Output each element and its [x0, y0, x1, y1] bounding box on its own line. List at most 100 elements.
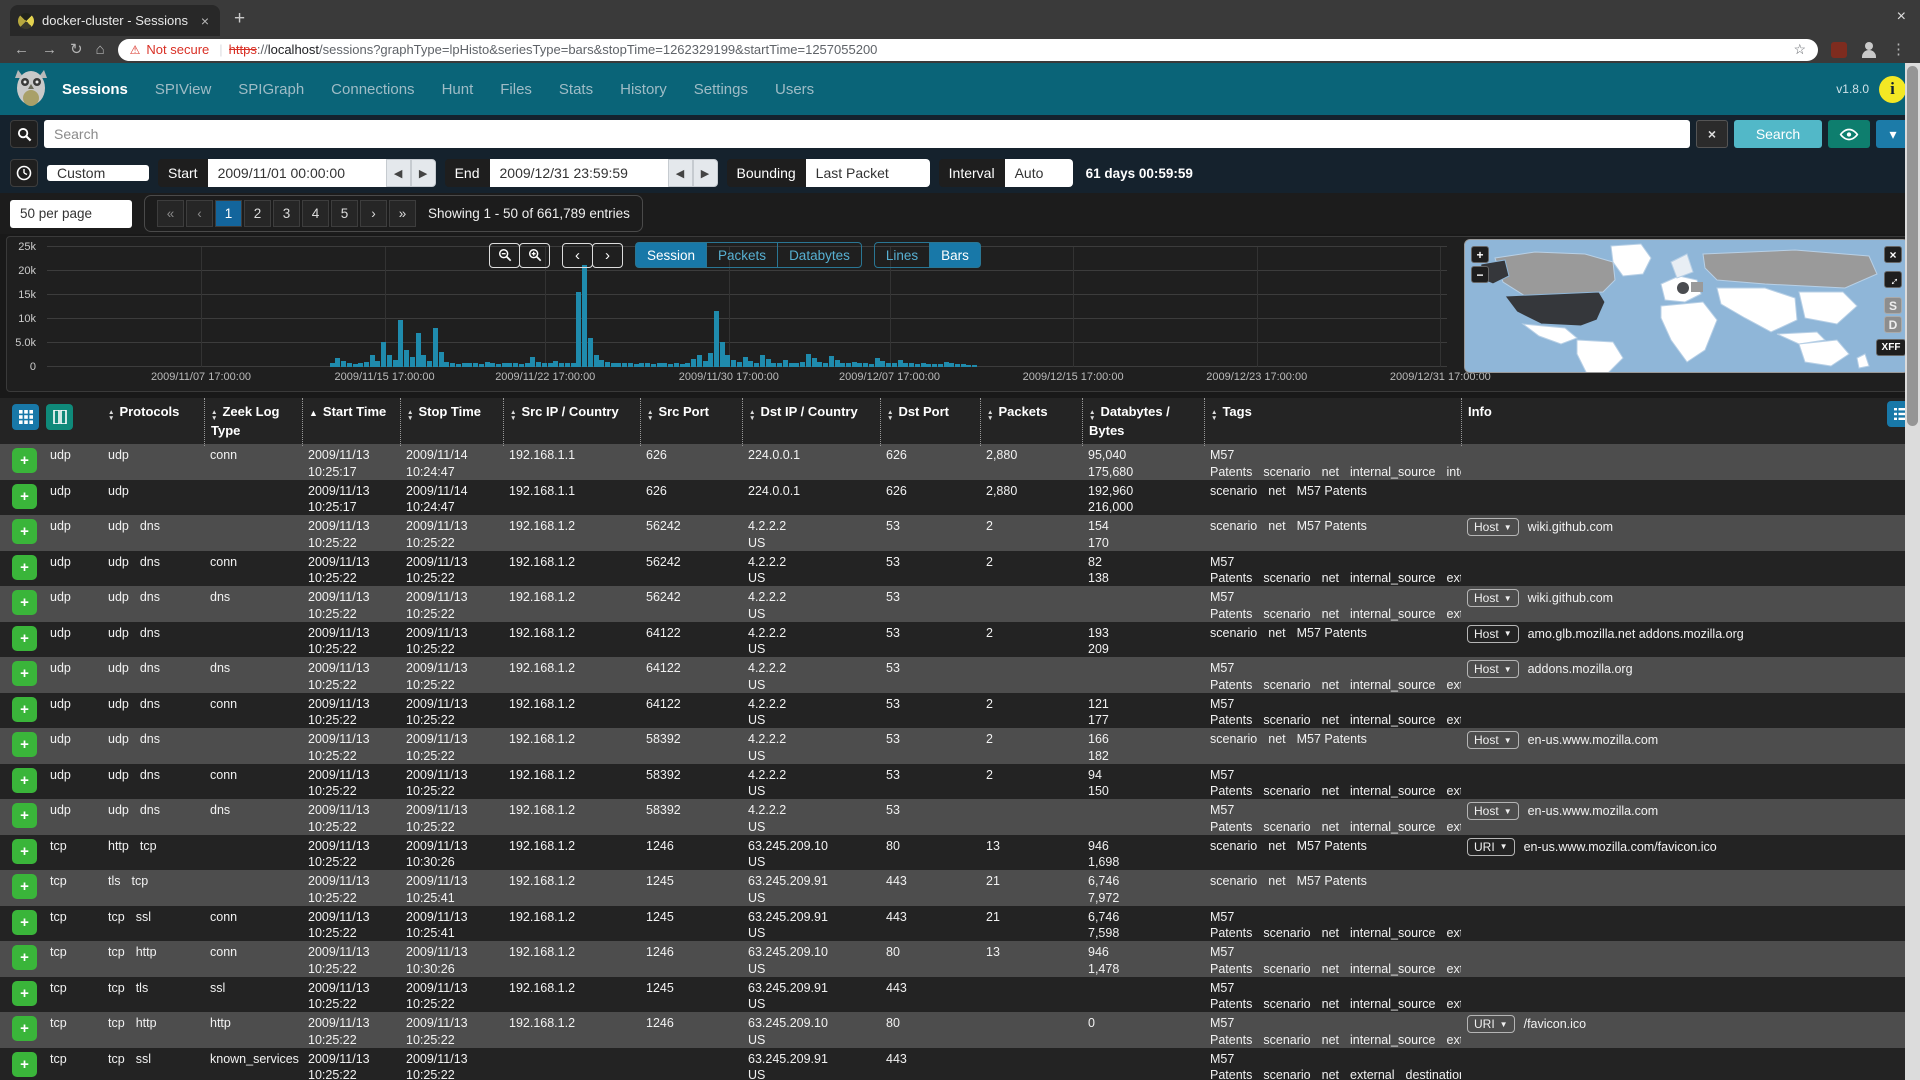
- graph-option-databytes[interactable]: Databytes: [777, 242, 862, 268]
- map-dst-button[interactable]: D: [1884, 316, 1902, 333]
- nav-item-spigraph[interactable]: SPIGraph: [238, 81, 304, 98]
- scrollbar-thumb[interactable]: [1907, 66, 1918, 426]
- column-header-packets[interactable]: ▲▼Packets: [980, 398, 1082, 446]
- bookmark-star-icon[interactable]: ☆: [1793, 41, 1806, 58]
- graph-pan-left-button[interactable]: ‹: [562, 243, 593, 268]
- graph-pan-right-button[interactable]: ›: [592, 243, 623, 268]
- expand-session-button[interactable]: +: [12, 732, 37, 757]
- map-zoom-in-button[interactable]: +: [1471, 246, 1489, 263]
- info-host-dropdown[interactable]: Host▼: [1467, 625, 1519, 643]
- info-icon[interactable]: i: [1879, 76, 1906, 103]
- extension-icon[interactable]: [1831, 42, 1847, 58]
- column-header-src-port[interactable]: ▲▼Src Port: [640, 398, 742, 446]
- expand-session-button[interactable]: +: [12, 768, 37, 793]
- per-page-select[interactable]: 50 per page: [10, 200, 132, 228]
- expand-session-button[interactable]: +: [12, 484, 37, 509]
- expand-session-button[interactable]: +: [12, 661, 37, 686]
- reload-icon[interactable]: ↻: [70, 42, 83, 57]
- column-header-start-time[interactable]: ▲Start Time: [302, 398, 400, 446]
- expand-session-button[interactable]: +: [12, 555, 37, 580]
- nav-item-spiview[interactable]: SPIView: [155, 81, 211, 98]
- info-host-dropdown[interactable]: Host▼: [1467, 802, 1519, 820]
- clear-search-button[interactable]: ×: [1696, 120, 1728, 148]
- graph-option-session[interactable]: Session: [635, 242, 707, 268]
- map-src-button[interactable]: S: [1884, 297, 1902, 314]
- expand-session-button[interactable]: +: [12, 910, 37, 935]
- info-host-dropdown[interactable]: Host▼: [1467, 731, 1519, 749]
- info-uri-dropdown[interactable]: URI▼: [1467, 1015, 1515, 1033]
- back-icon[interactable]: ←: [14, 42, 29, 57]
- eye-view-button[interactable]: [1828, 120, 1870, 148]
- expand-session-button[interactable]: +: [12, 1016, 37, 1041]
- page-button-«[interactable]: «: [157, 200, 184, 227]
- expand-session-button[interactable]: +: [12, 1052, 37, 1077]
- map-zoom-out-button[interactable]: −: [1471, 266, 1489, 283]
- bounding-select[interactable]: Last Packet: [806, 159, 930, 187]
- home-icon[interactable]: ⌂: [96, 42, 105, 57]
- nav-item-settings[interactable]: Settings: [694, 81, 748, 98]
- expand-session-button[interactable]: +: [12, 981, 37, 1006]
- page-button-2[interactable]: 2: [244, 200, 271, 227]
- column-header-stop-time[interactable]: ▲▼Stop Time: [400, 398, 503, 446]
- graph-option-lines[interactable]: Lines: [874, 242, 930, 268]
- page-button-‹[interactable]: ‹: [186, 200, 213, 227]
- nav-item-hunt[interactable]: Hunt: [442, 81, 474, 98]
- forward-icon[interactable]: →: [42, 42, 57, 57]
- expand-session-button[interactable]: +: [12, 839, 37, 864]
- browser-tab[interactable]: docker-cluster - Sessions ×: [10, 5, 220, 36]
- column-header-protocols[interactable]: ▲▼Protocols: [102, 398, 204, 446]
- column-header-src-ip-country[interactable]: ▲▼Src IP / Country: [503, 398, 640, 446]
- time-range-select[interactable]: Custom: [47, 165, 149, 181]
- nav-item-connections[interactable]: Connections: [331, 81, 414, 98]
- world-map[interactable]: + − × ↔ S D XFF: [1464, 239, 1909, 373]
- column-header-dst-port[interactable]: ▲▼Dst Port: [880, 398, 980, 446]
- graph-zoom-out-button[interactable]: [489, 243, 520, 268]
- expand-session-button[interactable]: +: [12, 519, 37, 544]
- map-expand-button[interactable]: ↔: [1884, 271, 1902, 288]
- page-button-»[interactable]: »: [389, 200, 416, 227]
- expand-session-button[interactable]: +: [12, 874, 37, 899]
- info-host-dropdown[interactable]: Host▼: [1467, 518, 1519, 536]
- nav-item-history[interactable]: History: [620, 81, 667, 98]
- end-step-forward-button[interactable]: ▶: [693, 159, 718, 187]
- profile-icon[interactable]: [1860, 41, 1878, 59]
- info-uri-dropdown[interactable]: URI▼: [1467, 838, 1515, 856]
- page-button-5[interactable]: 5: [331, 200, 358, 227]
- column-header-dst-ip-country[interactable]: ▲▼Dst IP / Country: [742, 398, 880, 446]
- nav-item-users[interactable]: Users: [775, 81, 814, 98]
- expand-session-button[interactable]: +: [12, 945, 37, 970]
- new-tab-button[interactable]: +: [234, 8, 245, 30]
- expand-session-button[interactable]: +: [12, 697, 37, 722]
- expand-session-button[interactable]: +: [12, 626, 37, 651]
- page-scrollbar[interactable]: [1905, 63, 1920, 1080]
- window-close-icon[interactable]: ×: [1897, 8, 1906, 26]
- info-host-dropdown[interactable]: Host▼: [1467, 660, 1519, 678]
- toggle-columns-button[interactable]: [46, 404, 73, 430]
- end-time-input[interactable]: [490, 159, 668, 187]
- page-button-4[interactable]: 4: [302, 200, 329, 227]
- end-step-back-button[interactable]: ◀: [668, 159, 693, 187]
- start-step-forward-button[interactable]: ▶: [411, 159, 436, 187]
- column-header-databytes-bytes[interactable]: ▲▼Databytes / Bytes: [1082, 398, 1204, 446]
- nav-item-sessions[interactable]: Sessions: [62, 81, 128, 98]
- start-time-input[interactable]: [208, 159, 386, 187]
- graph-zoom-in-button[interactable]: [519, 243, 550, 268]
- page-button-3[interactable]: 3: [273, 200, 300, 227]
- nav-item-files[interactable]: Files: [500, 81, 532, 98]
- expand-session-button[interactable]: +: [12, 803, 37, 828]
- expand-session-button[interactable]: +: [12, 590, 37, 615]
- graph-option-bars[interactable]: Bars: [929, 242, 981, 268]
- start-step-back-button[interactable]: ◀: [386, 159, 411, 187]
- page-button-1[interactable]: 1: [215, 200, 242, 227]
- expand-session-button[interactable]: +: [12, 448, 37, 473]
- map-xff-button[interactable]: XFF: [1876, 339, 1906, 356]
- graph-option-packets[interactable]: Packets: [706, 242, 778, 268]
- tab-close-icon[interactable]: ×: [198, 13, 212, 29]
- nav-item-stats[interactable]: Stats: [559, 81, 593, 98]
- interval-select[interactable]: Auto: [1005, 159, 1073, 187]
- search-button[interactable]: Search: [1734, 120, 1822, 148]
- search-input[interactable]: [44, 120, 1690, 148]
- column-header-zeek-log-type[interactable]: ▲▼Zeek Log Type: [204, 398, 302, 446]
- toggle-view-grid-button[interactable]: [12, 404, 39, 430]
- page-button-›[interactable]: ›: [360, 200, 387, 227]
